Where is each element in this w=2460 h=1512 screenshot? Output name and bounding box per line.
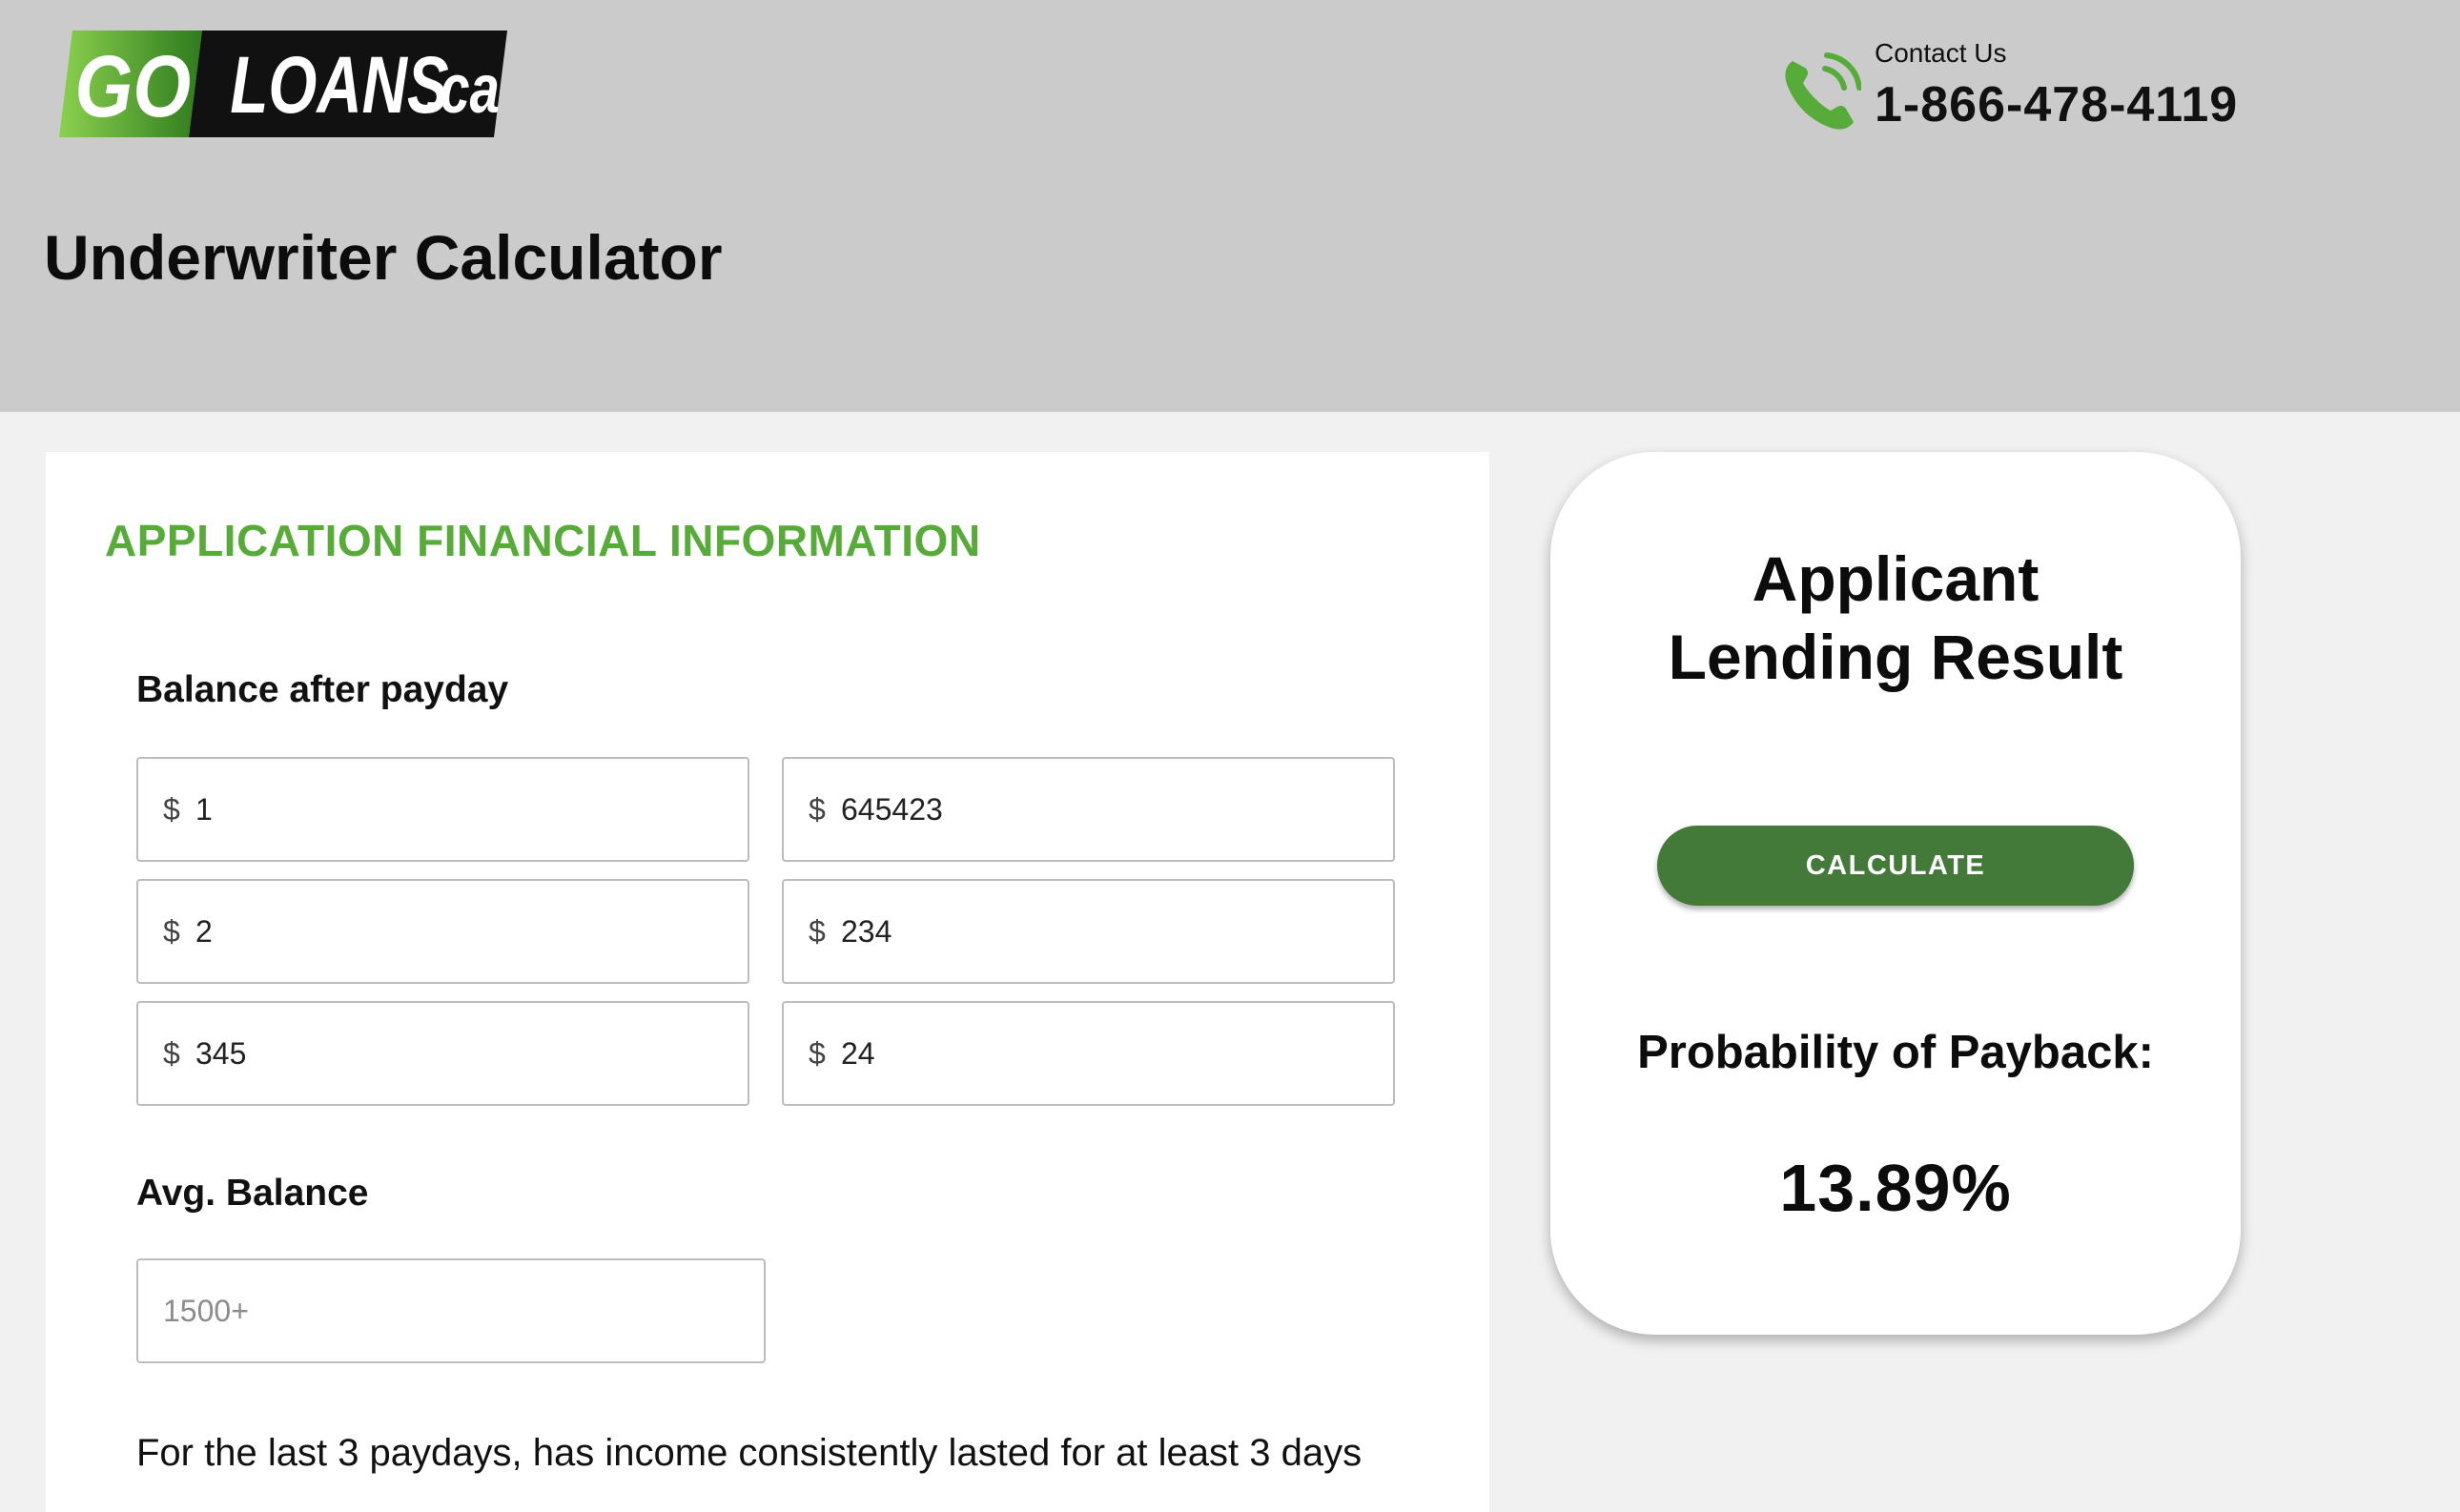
income-duration-question: For the last 3 paydays, has income consi… xyxy=(136,1432,1363,1474)
dollar-sign: $ xyxy=(163,914,180,949)
avg-balance-input[interactable]: 1500+ xyxy=(136,1258,766,1363)
phone-icon xyxy=(1779,51,1862,133)
balance-input-4[interactable]: $ 234 xyxy=(782,879,1395,984)
calculate-button[interactable]: CALCULATE xyxy=(1657,826,2134,906)
dollar-sign: $ xyxy=(809,914,826,949)
probability-value: 13.89% xyxy=(1779,1151,2012,1225)
logo-loans-text: LOANS xyxy=(230,40,448,130)
contact-label: Contact Us xyxy=(1875,38,2007,68)
balance-value: 2 xyxy=(195,914,213,949)
balance-after-payday-label: Balance after payday xyxy=(136,669,509,710)
contact-block[interactable]: Contact Us 1-866-478-4119 xyxy=(1779,38,2275,143)
dollar-sign: $ xyxy=(163,792,180,827)
page-title: Underwriter Calculator xyxy=(44,222,723,293)
balance-input-5[interactable]: $ 345 xyxy=(136,1001,749,1106)
result-title-line2: Lending Result xyxy=(1668,622,2123,692)
balance-value: 234 xyxy=(841,914,892,949)
balance-value: 24 xyxy=(841,1036,875,1071)
balance-input-1[interactable]: $ 1 xyxy=(136,757,749,862)
section-title: APPLICATION FINANCIAL INFORMATION xyxy=(105,516,981,565)
site-header: GO LOANS .ca Contact Us 1-866-478-4119 U… xyxy=(0,0,2460,412)
application-form-card: APPLICATION FINANCIAL INFORMATION Balanc… xyxy=(46,452,1489,1512)
avg-balance-placeholder: 1500+ xyxy=(163,1294,249,1328)
probability-label: Probability of Payback: xyxy=(1637,1027,2154,1078)
balance-value: 345 xyxy=(195,1036,247,1071)
logo-go-text: GO xyxy=(75,38,192,135)
goloans-logo[interactable]: GO LOANS .ca xyxy=(59,31,507,137)
result-title: Applicant Lending Result xyxy=(1550,540,2241,696)
balance-input-6[interactable]: $ 24 xyxy=(782,1001,1395,1106)
balance-value: 645423 xyxy=(841,792,943,827)
result-title-line1: Applicant xyxy=(1752,543,2040,614)
dollar-sign: $ xyxy=(809,792,826,827)
dollar-sign: $ xyxy=(809,1036,826,1071)
lending-result-card: Applicant Lending Result CALCULATE Proba… xyxy=(1550,452,2241,1335)
balance-value: 1 xyxy=(195,792,213,827)
balance-input-2[interactable]: $ 645423 xyxy=(782,757,1395,862)
avg-balance-label: Avg. Balance xyxy=(136,1173,369,1214)
dollar-sign: $ xyxy=(163,1036,180,1071)
balance-input-3[interactable]: $ 2 xyxy=(136,879,749,984)
logo-suffix-text: .ca xyxy=(425,51,500,127)
contact-phone-number[interactable]: 1-866-478-4119 xyxy=(1875,76,2238,133)
